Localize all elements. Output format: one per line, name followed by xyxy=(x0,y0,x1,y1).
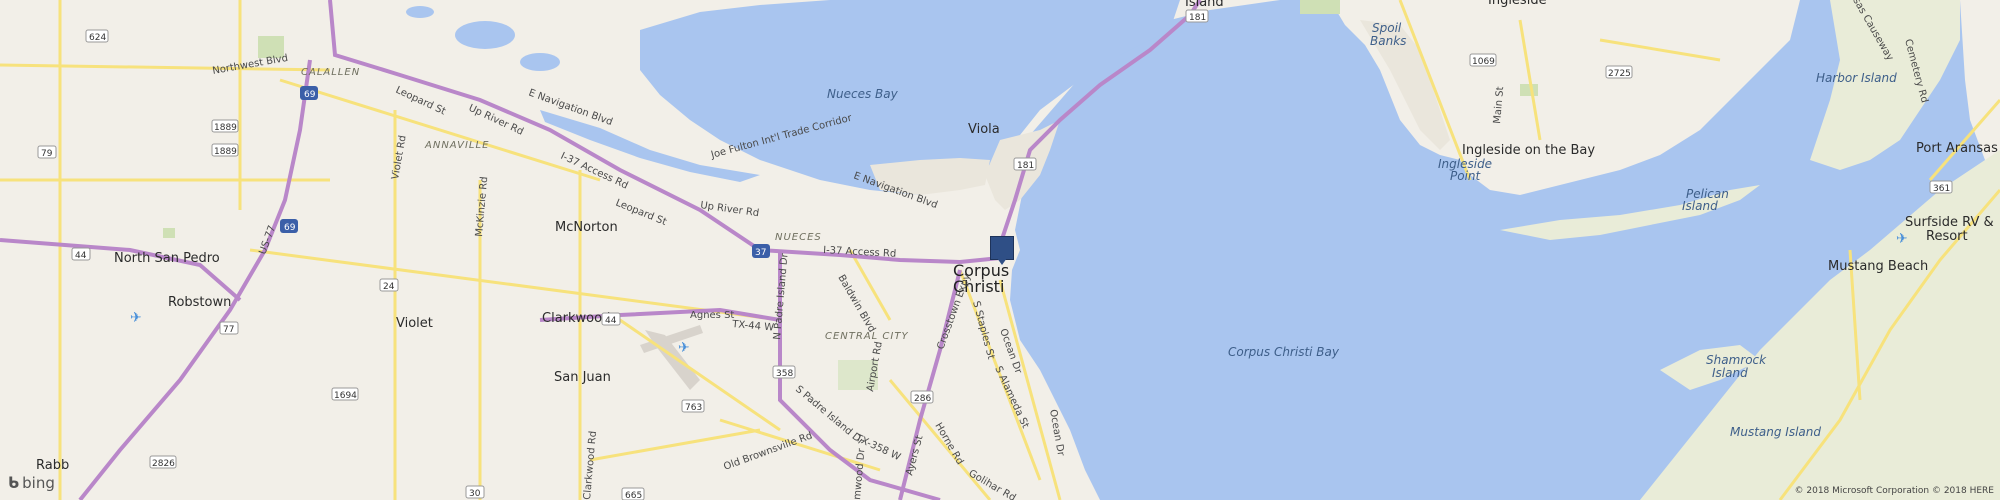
ingleside-point-label-2: Point xyxy=(1450,169,1482,183)
shield-77: 77 xyxy=(219,321,239,335)
rabb-label: Rabb xyxy=(36,458,69,473)
north-san-pedro-label: North San Pedro xyxy=(114,251,220,266)
svg-text:30: 30 xyxy=(469,489,481,499)
shield-69a: 69 xyxy=(300,86,318,100)
shield-1069: 1069 xyxy=(1469,53,1497,67)
violet-label: Violet xyxy=(396,316,433,331)
nueces-district-label: NUECES xyxy=(775,232,822,243)
svg-text:1069: 1069 xyxy=(1472,57,1495,67)
svg-text:1889: 1889 xyxy=(214,123,237,133)
road-agnes-st: Agnes St xyxy=(690,310,734,321)
calallen-label: CALALLEN xyxy=(301,67,360,78)
robstown-label: Robstown xyxy=(168,295,231,310)
spoil-banks-label-2: Banks xyxy=(1370,34,1406,48)
lake-2 xyxy=(520,53,560,71)
airport-icon-corpus: ✈ xyxy=(678,340,690,356)
shield-763: 763 xyxy=(681,399,705,413)
location-pin-icon[interactable] xyxy=(990,236,1014,265)
mustang-island-label: Mustang Island xyxy=(1730,425,1821,439)
bing-logo-text: bing xyxy=(22,474,55,492)
shield-2826: 2826 xyxy=(149,455,177,469)
airport-icon-robstown: ✈ xyxy=(130,310,142,326)
svg-text:1694: 1694 xyxy=(334,391,357,401)
shield-1889b: 1889 xyxy=(211,143,239,157)
shield-1694: 1694 xyxy=(331,387,359,401)
park-5 xyxy=(1300,0,1340,14)
svg-text:763: 763 xyxy=(685,403,702,413)
svg-text:286: 286 xyxy=(914,394,931,404)
san-juan-label: San Juan xyxy=(554,370,611,385)
viola-label: Viola xyxy=(968,122,1000,137)
shield-286: 286 xyxy=(910,390,934,404)
spoil-banks-label-1: Spoil xyxy=(1372,21,1402,35)
shield-30: 30 xyxy=(465,485,485,499)
shamrock-island-label-2: Island xyxy=(1712,366,1748,380)
svg-text:79: 79 xyxy=(41,149,53,159)
shield-624: 624 xyxy=(85,29,109,43)
svg-text:1889: 1889 xyxy=(214,147,237,157)
bing-logo[interactable]: ᑲ bing xyxy=(8,474,55,492)
corpus-christi-bay-label: Corpus Christi Bay xyxy=(1228,345,1340,359)
svg-text:665: 665 xyxy=(625,491,642,500)
mustang-beach-label: Mustang Beach xyxy=(1828,259,1928,274)
mcnorton-label: McNorton xyxy=(555,220,618,235)
svg-text:44: 44 xyxy=(605,316,617,326)
clarkwood-label: Clarkwood xyxy=(542,311,610,326)
svg-text:69: 69 xyxy=(284,223,296,233)
svg-text:2826: 2826 xyxy=(152,459,175,469)
port-aransas-label: Port Aransas xyxy=(1916,141,1998,156)
shield-37: 37 xyxy=(752,244,770,258)
shield-361: 361 xyxy=(1929,180,1953,194)
pelican-island-label-2: Island xyxy=(1682,199,1718,213)
shield-44a: 44 xyxy=(71,247,91,261)
svg-text:69: 69 xyxy=(304,90,316,100)
svg-text:181: 181 xyxy=(1017,161,1034,171)
svg-text:44: 44 xyxy=(75,251,87,261)
shield-44b: 44 xyxy=(601,312,621,326)
svg-text:2725: 2725 xyxy=(1608,69,1631,79)
lake-1 xyxy=(455,21,515,49)
island-top-label: Island xyxy=(1185,0,1224,10)
shield-79: 79 xyxy=(37,145,57,159)
shield-2725: 2725 xyxy=(1605,65,1633,79)
lake-3 xyxy=(406,6,434,18)
park-2 xyxy=(163,228,175,238)
nueces-bay-label: Nueces Bay xyxy=(827,87,899,101)
surfside-label-1: Surfside RV & xyxy=(1905,215,1994,230)
svg-text:37: 37 xyxy=(755,248,766,258)
annaville-label: ANNAVILLE xyxy=(424,140,489,151)
svg-text:181: 181 xyxy=(1189,13,1206,23)
copyright-text: © 2018 Microsoft Corporation © 2018 HERE xyxy=(1794,486,1995,496)
surfside-label-2: Resort xyxy=(1926,229,1968,244)
svg-text:361: 361 xyxy=(1933,184,1950,194)
shield-358: 358 xyxy=(772,365,796,379)
svg-text:358: 358 xyxy=(776,369,793,379)
shield-181a: 181 xyxy=(1185,9,1209,23)
park-4 xyxy=(1520,84,1538,96)
ingleside-top-label: Ingleside xyxy=(1488,0,1547,8)
shield-69b: 69 xyxy=(280,219,298,233)
shield-1889a: 1889 xyxy=(211,119,239,133)
harbor-island-label: Harbor Island xyxy=(1816,71,1897,85)
airport-icon-mustang: ✈ xyxy=(1896,231,1908,247)
ingleside-on-the-bay-label: Ingleside on the Bay xyxy=(1462,143,1595,158)
shield-181b: 181 xyxy=(1013,157,1037,171)
svg-text:624: 624 xyxy=(89,33,106,43)
shield-24: 24 xyxy=(379,278,399,292)
svg-text:24: 24 xyxy=(383,282,395,292)
svg-text:77: 77 xyxy=(223,325,234,335)
bing-b-icon: ᑲ xyxy=(8,474,20,492)
shamrock-island-label-1: Shamrock xyxy=(1706,353,1767,367)
shield-665: 665 xyxy=(621,487,645,500)
